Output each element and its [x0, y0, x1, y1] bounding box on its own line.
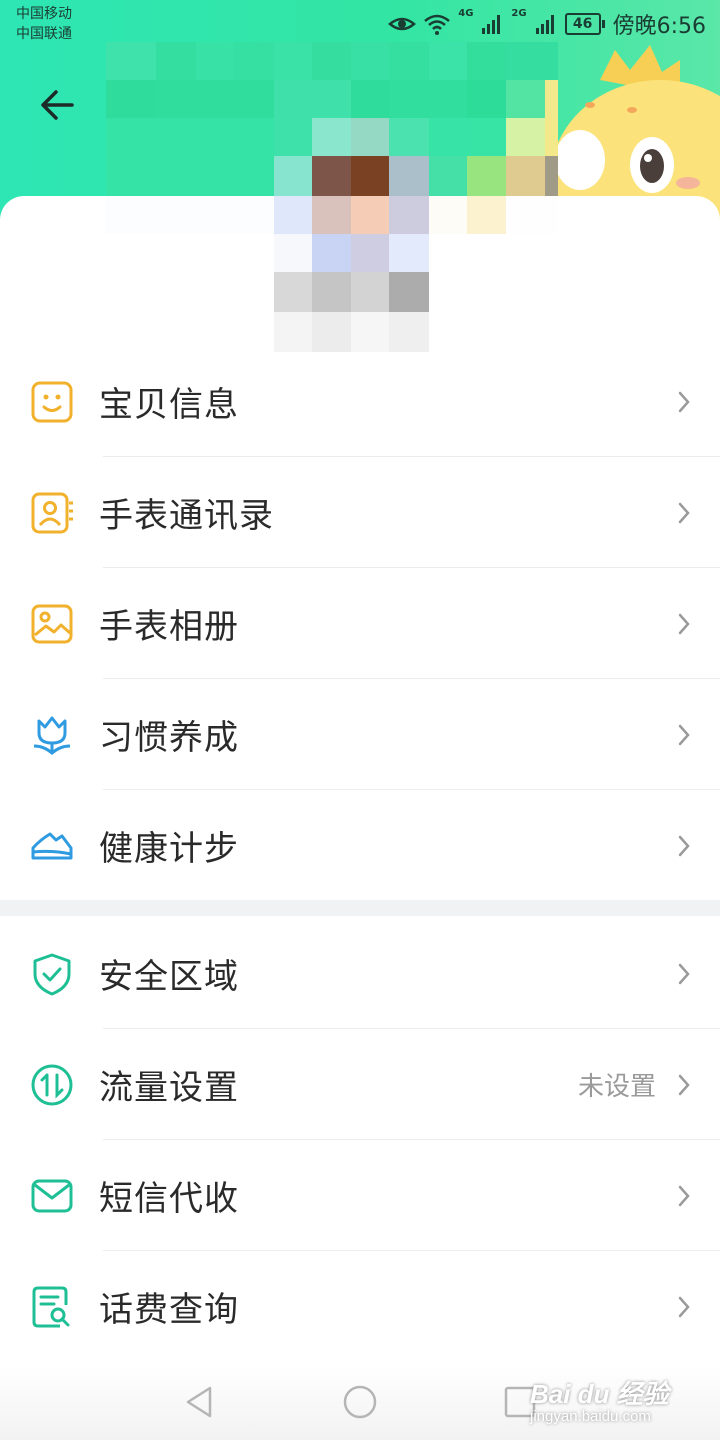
- pixelated-avatar: [106, 42, 558, 352]
- battery-level: 46: [564, 13, 601, 35]
- data-traffic-icon: [30, 1063, 74, 1107]
- arrow-left-icon: [41, 90, 74, 120]
- network-2g-label: 2G: [511, 8, 527, 19]
- clock: 傍晚6:56: [612, 14, 706, 39]
- menu-item-safe-zone[interactable]: 安全区域: [0, 918, 720, 1029]
- watermark-logo: Bai du 经验: [530, 1379, 669, 1409]
- baidu-watermark: Bai du 经验 jingyan.baidu.com: [520, 1366, 680, 1436]
- menu-item-sms[interactable]: 短信代收: [0, 1140, 720, 1251]
- menu-label: 话费查询: [99, 1290, 239, 1330]
- bill-search-icon: [30, 1285, 74, 1329]
- menu-item-data-settings[interactable]: 流量设置 未设置: [0, 1029, 720, 1140]
- menu-label: 安全区域: [99, 957, 239, 997]
- back-button[interactable]: [30, 80, 86, 130]
- battery-tip: [601, 20, 605, 28]
- wifi-icon: [424, 14, 451, 35]
- carrier-info: 中国移动 中国联通: [16, 4, 72, 44]
- chevron-right-icon: [678, 724, 690, 745]
- network-4g-label: 4G: [458, 8, 474, 19]
- chevron-right-icon: [678, 1185, 690, 1206]
- menu-label: 健康计步: [99, 829, 239, 869]
- contact-book-icon: [30, 491, 74, 535]
- carrier-2: 中国联通: [16, 26, 72, 42]
- chevron-right-icon: [678, 391, 690, 412]
- menu-item-contacts[interactable]: 手表通讯录: [0, 457, 720, 568]
- tulip-icon: [30, 713, 74, 757]
- menu-item-album[interactable]: 手表相册: [0, 568, 720, 679]
- chevron-right-icon: [678, 1074, 690, 1095]
- menu-label: 手表通讯录: [99, 496, 274, 536]
- circle-home-icon[interactable]: [340, 1382, 380, 1422]
- section-divider: [0, 900, 720, 916]
- envelope-icon: [30, 1174, 74, 1218]
- smiley-icon: [30, 380, 74, 424]
- battery-indicator: 46: [564, 13, 605, 35]
- chevron-right-icon: [678, 835, 690, 856]
- triangle-back-icon[interactable]: [180, 1382, 220, 1422]
- chevron-right-icon: [678, 1296, 690, 1317]
- shield-check-icon: [30, 952, 74, 996]
- chevron-right-icon: [678, 613, 690, 634]
- dinosaur-mascot: [550, 45, 720, 220]
- signal-icon-2: [535, 15, 554, 34]
- menu-item-steps[interactable]: 健康计步: [0, 790, 720, 901]
- menu-label: 习惯养成: [99, 718, 239, 758]
- menu-group-service: 安全区域 流量设置 未设置 短信代收 话费查询: [0, 918, 720, 1362]
- menu-value-not-set: 未设置: [577, 1072, 656, 1102]
- photo-album-icon: [30, 602, 74, 646]
- eye-icon: [388, 17, 417, 31]
- status-icons: 4G 2G 46 傍晚6:56: [388, 6, 706, 42]
- menu-label: 手表相册: [99, 607, 239, 647]
- menu-item-habit[interactable]: 习惯养成: [0, 679, 720, 790]
- menu-item-bill-query[interactable]: 话费查询: [0, 1251, 720, 1362]
- watermark-url: jingyan.baidu.com: [530, 1408, 651, 1425]
- menu-label: 短信代收: [99, 1179, 239, 1219]
- carrier-1: 中国移动: [16, 6, 72, 22]
- menu-label: 流量设置: [99, 1068, 239, 1108]
- chevron-right-icon: [678, 963, 690, 984]
- shoe-icon: [30, 824, 74, 868]
- menu-item-baby-info[interactable]: 宝贝信息: [0, 346, 720, 457]
- chevron-right-icon: [678, 502, 690, 523]
- menu-group-watch: 宝贝信息 手表通讯录 手表相册 习惯养成 健康计步: [0, 346, 720, 901]
- signal-icon-1: [482, 15, 501, 34]
- menu-label: 宝贝信息: [99, 385, 239, 425]
